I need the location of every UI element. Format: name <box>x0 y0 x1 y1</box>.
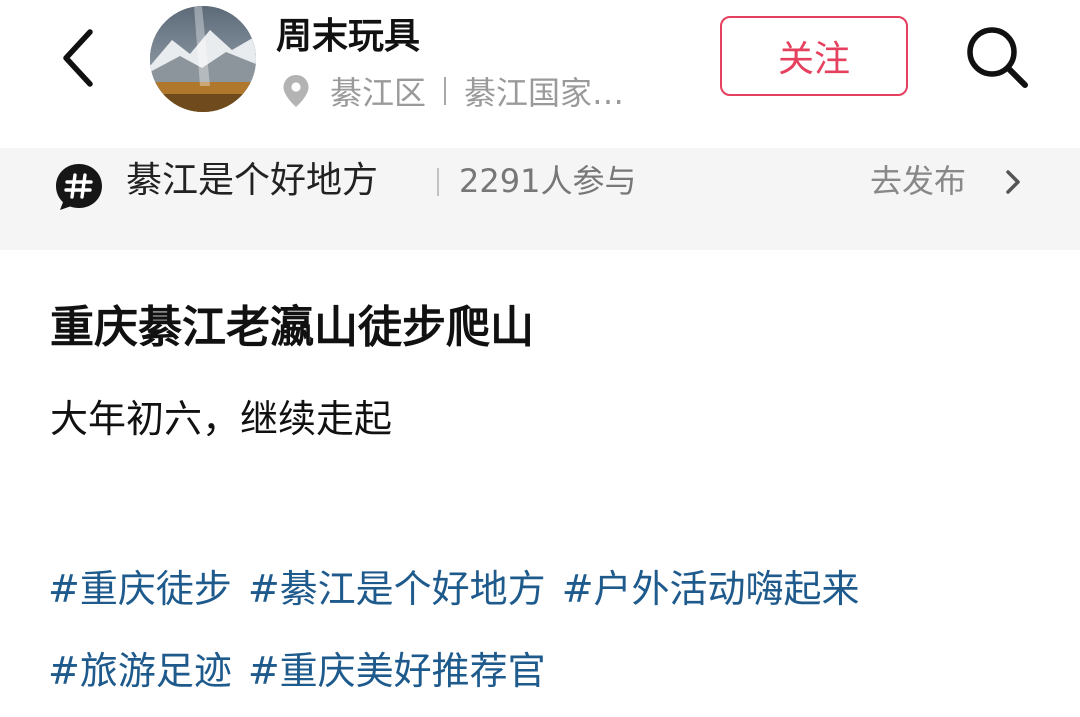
author-avatar[interactable] <box>150 6 256 112</box>
post-header: 周末玩具 綦江区 綦江国家… 关注 <box>0 0 1080 148</box>
hashtag-link[interactable]: #重庆美好推荐官 <box>248 630 546 712</box>
search-button[interactable] <box>962 22 1032 92</box>
chevron-right-icon <box>1006 170 1020 194</box>
hashtag-list: #重庆徒步 #綦江是个好地方 #户外活动嗨起来 #旅游足迹 #重庆美好推荐官 <box>48 548 1048 712</box>
back-button[interactable] <box>52 26 108 90</box>
avatar-image <box>150 6 256 112</box>
publish-link[interactable]: 去发布 <box>870 156 966 206</box>
chevron-left-icon <box>63 29 93 87</box>
topic-participants: 2291人参与 <box>459 162 637 200</box>
follow-button[interactable]: 关注 <box>720 16 908 96</box>
location-divider <box>444 77 447 105</box>
location-district: 綦江区 <box>330 74 427 112</box>
hashtag-bubble-icon <box>56 164 102 210</box>
hashtag-link[interactable]: #户外活动嗨起来 <box>562 548 860 630</box>
topic-bar[interactable]: 綦江是个好地方 2291人参与 去发布 <box>0 148 1080 250</box>
author-name[interactable]: 周末玩具 <box>276 12 420 62</box>
location-place: 綦江国家… <box>464 74 625 112</box>
post-detail-page: 周末玩具 綦江区 綦江国家… 关注 綦江是个好地方 2291人参与 去发布 重庆… <box>0 0 1080 717</box>
location-pin-icon <box>283 75 309 107</box>
hashtag-link[interactable]: #旅游足迹 <box>48 630 232 712</box>
topic-name: 綦江是个好地方 <box>126 160 379 201</box>
topic-divider <box>437 168 439 196</box>
post-title: 重庆綦江老瀛山徒步爬山 <box>50 302 534 353</box>
search-icon <box>967 27 1028 88</box>
hashtag-link[interactable]: #綦江是个好地方 <box>248 548 546 630</box>
post-body: 大年初六，继续走起 <box>50 397 393 441</box>
hashtag-link[interactable]: #重庆徒步 <box>48 548 232 630</box>
location-row[interactable]: 綦江区 綦江国家… <box>282 66 624 116</box>
